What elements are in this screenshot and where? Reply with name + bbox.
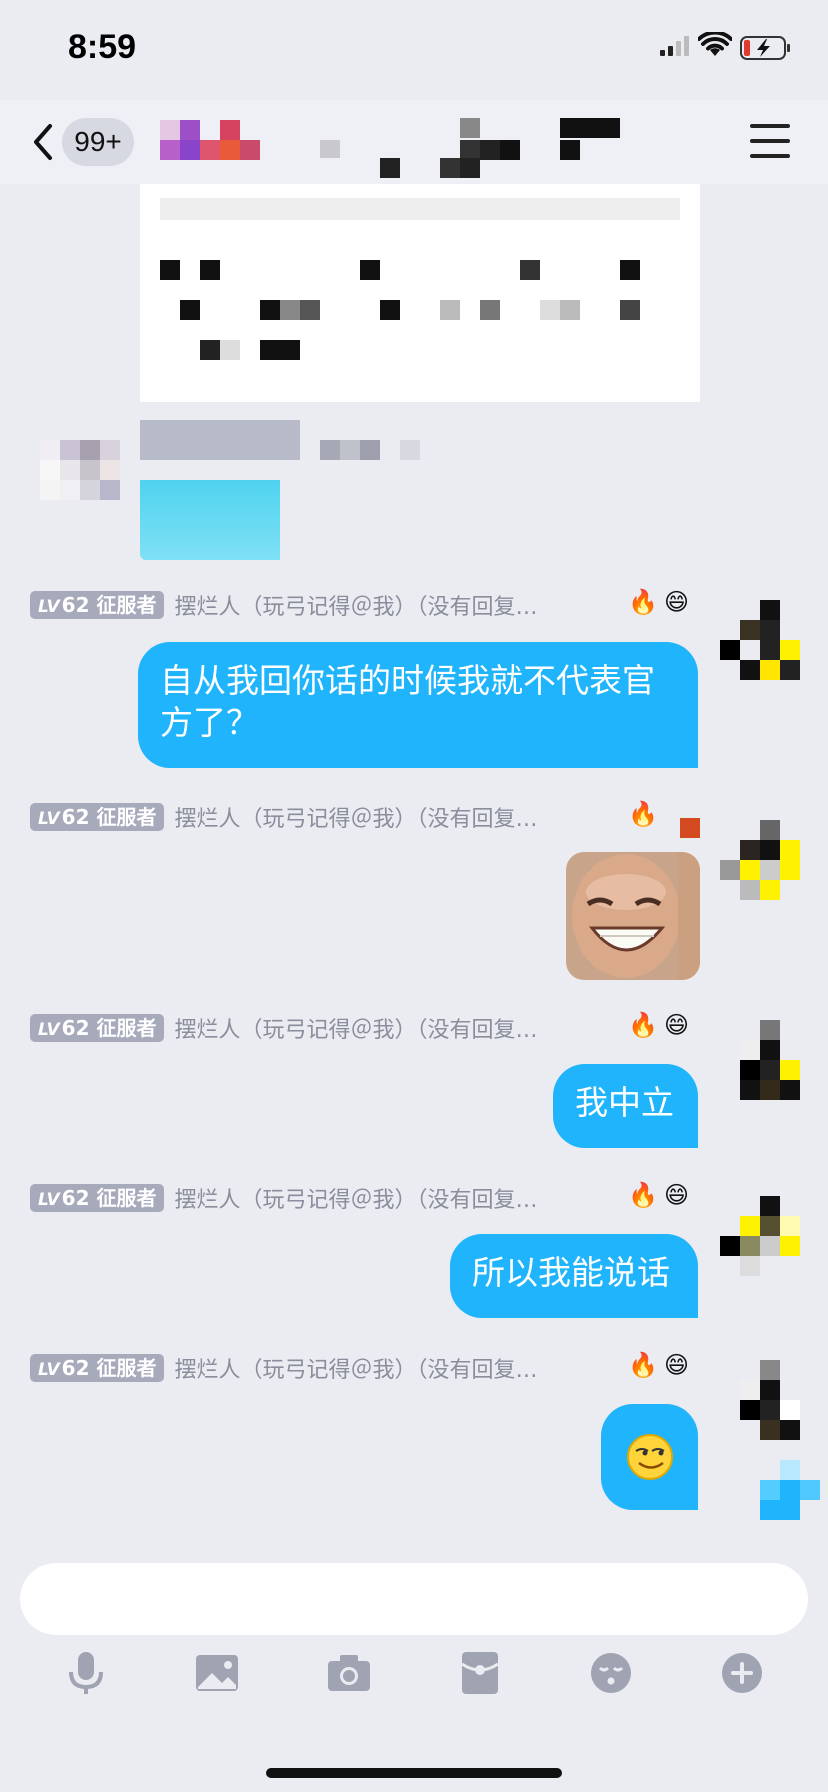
- wifi-icon: [698, 32, 732, 56]
- message-bubble[interactable]: 我中立: [553, 1064, 698, 1148]
- face-badge-icon: 😄: [664, 1181, 690, 1209]
- incoming-sender-censored: [140, 420, 420, 460]
- plus-button[interactable]: [714, 1645, 770, 1701]
- sticker-laughing-face-image[interactable]: [566, 852, 700, 980]
- my-avatar-censored[interactable]: [720, 1360, 800, 1440]
- input-area: [0, 1545, 828, 1792]
- incoming-bubble-censored: [140, 480, 280, 560]
- back-chevron-icon[interactable]: [26, 120, 62, 164]
- my-avatar-censored[interactable]: [720, 600, 800, 680]
- badge-censored: [680, 818, 700, 838]
- microphone-button[interactable]: [58, 1645, 114, 1701]
- red-packet-button[interactable]: [452, 1645, 508, 1701]
- level-badge: LV 62 征服者: [30, 803, 165, 831]
- message-bubble[interactable]: 自从我回你话的时候我就不代表官方了？: [138, 642, 698, 768]
- sender-name[interactable]: 摆烂人（玩弓记得＠我）（没有回复…: [174, 1182, 537, 1214]
- my-avatar-censored[interactable]: [720, 820, 800, 900]
- fire-badge-icon: 🔥: [628, 588, 658, 616]
- level-badge: LV 62 征服者: [30, 591, 165, 619]
- emoji-button[interactable]: [583, 1645, 639, 1701]
- message-bubble[interactable]: 所以我能说话: [450, 1234, 698, 1318]
- camera-button[interactable]: [321, 1645, 377, 1701]
- status-time: 8:59: [68, 28, 137, 66]
- face-badge-icon: 😄: [664, 1011, 690, 1039]
- level-badge: LV 62 征服者: [30, 1354, 165, 1382]
- message-sender-line: LV 62 征服者 摆烂人（玩弓记得＠我）（没有回复…: [30, 1353, 537, 1383]
- fire-badge-icon: 🔥: [628, 1351, 658, 1379]
- image-button[interactable]: [189, 1645, 245, 1701]
- face-badge-icon: 😄: [664, 588, 690, 616]
- battery-charging-icon: [740, 36, 790, 60]
- unread-count-badge[interactable]: 99+: [62, 118, 134, 166]
- message-bubble-emoji[interactable]: [601, 1404, 698, 1510]
- sender-name[interactable]: 摆烂人（玩弓记得＠我）（没有回复…: [174, 1012, 537, 1044]
- cellular-signal-icon: [660, 36, 689, 56]
- badge-censored: [760, 1460, 820, 1520]
- message-sender-line: LV 62 征服者 摆烂人（玩弓记得＠我）（没有回复…: [30, 590, 537, 620]
- group-avatar-censored: [160, 120, 260, 160]
- my-avatar-censored[interactable]: [720, 1020, 800, 1100]
- sender-name[interactable]: 摆烂人（玩弓记得＠我）（没有回复…: [174, 1352, 537, 1384]
- my-avatar-censored[interactable]: [720, 1196, 800, 1276]
- menu-icon[interactable]: [750, 124, 790, 160]
- microphone-icon: [69, 1652, 103, 1694]
- status-bar: 8:59: [0, 0, 828, 100]
- face-badge-icon: 😄: [664, 1351, 690, 1379]
- fire-badge-icon: 🔥: [628, 1181, 658, 1209]
- incoming-avatar-censored: [40, 440, 120, 500]
- plus-icon: [722, 1653, 762, 1693]
- red-packet-icon: [461, 1652, 499, 1694]
- fire-badge-icon: 🔥: [628, 1011, 658, 1039]
- home-indicator[interactable]: [266, 1768, 562, 1778]
- image-icon: [196, 1655, 238, 1691]
- message-input[interactable]: [20, 1563, 808, 1635]
- message-sender-line: LV 62 征服者 摆烂人（玩弓记得＠我）（没有回复…: [30, 1013, 537, 1043]
- fire-badge-icon: 🔥: [628, 800, 658, 828]
- message-sender-line: LV 62 征服者 摆烂人（玩弓记得＠我）（没有回复…: [30, 802, 537, 832]
- emoji-icon: [591, 1653, 631, 1693]
- group-title-censored: [320, 118, 640, 180]
- smirk-face-emoji-icon: [626, 1434, 673, 1480]
- camera-icon: [328, 1655, 370, 1691]
- level-badge: LV 62 征服者: [30, 1014, 165, 1042]
- sender-name[interactable]: 摆烂人（玩弓记得＠我）（没有回复…: [174, 801, 537, 833]
- chat-header: 99+: [0, 100, 828, 184]
- message-sender-line: LV 62 征服者 摆烂人（玩弓记得＠我）（没有回复…: [30, 1183, 537, 1213]
- shared-card-censored: [140, 184, 700, 402]
- sender-name[interactable]: 摆烂人（玩弓记得＠我）（没有回复…: [174, 589, 537, 621]
- level-badge: LV 62 征服者: [30, 1184, 165, 1212]
